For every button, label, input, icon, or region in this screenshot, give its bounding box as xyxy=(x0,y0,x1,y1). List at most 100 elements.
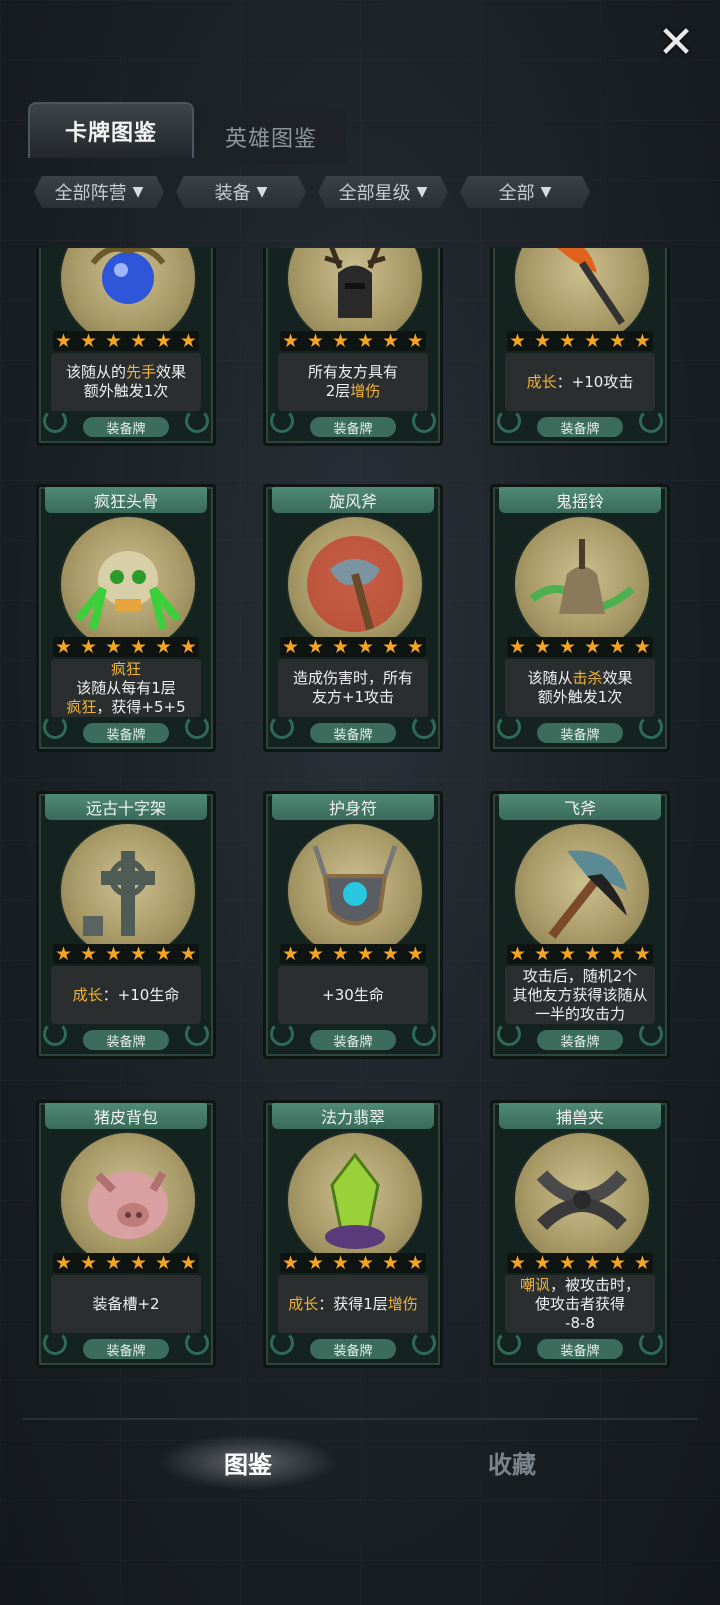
star-icon: ★ xyxy=(509,943,527,965)
description-text: 效果 xyxy=(602,669,633,687)
card-description: 装备槽+2 xyxy=(51,1275,201,1333)
star-icon: ★ xyxy=(633,943,651,965)
swirl-ornament-icon xyxy=(43,1022,67,1046)
description-line: 使攻击者获得 xyxy=(535,1295,625,1314)
keyword-highlight: 疯狂 xyxy=(110,659,141,678)
card-title: 旋风斧 xyxy=(272,487,434,513)
flame-axe-icon xyxy=(557,248,625,325)
equipment-card[interactable]: ★ ★ ★ ★ ★ ★ 成长：+10攻击 装备牌 xyxy=(490,248,670,446)
equipment-card[interactable]: ★ ★ ★ ★ ★ ★ 所有友方具有 2层增伤 装备牌 xyxy=(263,248,443,446)
filter-star[interactable]: 全部星级 ▼ xyxy=(318,176,448,208)
keyword-highlight: 疯狂 xyxy=(66,697,97,716)
star-rating: ★ ★ ★ ★ ★ ★ xyxy=(280,637,426,657)
keyword-highlight: 增伤 xyxy=(350,382,381,400)
description-line: 成长：获得1层增伤 xyxy=(288,1295,418,1314)
description-text: ，获得+5+5 xyxy=(96,697,186,716)
equipment-card[interactable]: 护身符 ★ ★ ★ ★ ★ ★ +30生命 装备牌 xyxy=(263,791,443,1059)
card-art xyxy=(513,1131,651,1269)
star-icon: ★ xyxy=(583,330,601,352)
star-rating: ★ ★ ★ ★ ★ ★ xyxy=(53,637,199,657)
card-description: 成长：获得1层增伤 xyxy=(278,1275,428,1333)
description-line: 该随从的先手效果 xyxy=(66,363,186,382)
star-rating: ★ ★ ★ ★ ★ ★ xyxy=(280,331,426,351)
nav-codex[interactable]: 图鉴 xyxy=(158,1434,338,1490)
filter-type[interactable]: 装备 ▼ xyxy=(176,176,306,208)
star-icon: ★ xyxy=(558,943,577,965)
star-icon: ★ xyxy=(381,1252,399,1274)
star-icon: ★ xyxy=(154,330,172,352)
tab-card-codex[interactable]: 卡牌图鉴 xyxy=(28,102,194,158)
card-title: 远古十字架 xyxy=(45,794,207,820)
swirl-ornament-icon xyxy=(185,1331,209,1355)
star-icon: ★ xyxy=(282,1252,300,1274)
card-description: 攻击后，随机2个 其他友方获得该随从 一半的攻击力 xyxy=(505,966,655,1024)
star-icon: ★ xyxy=(381,943,399,965)
filter-label: 全部 xyxy=(498,183,535,204)
swirl-ornament-icon xyxy=(639,715,663,739)
description-line: 额外触发1次 xyxy=(538,688,623,707)
card-type-label: 装备牌 xyxy=(83,1030,169,1050)
card-description: 成长：+10生命 xyxy=(51,966,201,1024)
star-icon: ★ xyxy=(306,636,325,658)
equipment-card[interactable]: 法力翡翠 ★ ★ ★ ★ ★ ★ 成长：获得1层增伤 装备牌 xyxy=(263,1100,443,1368)
description-text: 该随从 xyxy=(527,669,573,687)
bear-trap-icon xyxy=(536,1170,628,1231)
equipment-card[interactable]: 疯狂头骨 ★ ★ ★ ★ ★ ★ 疯狂 该随从每有1层 疯狂，获得+5+5 装备牌 xyxy=(36,484,216,752)
card-type-label: 装备牌 xyxy=(310,417,396,437)
swirl-ornament-icon xyxy=(412,1331,436,1355)
filter-all[interactable]: 全部 ▼ xyxy=(460,176,590,208)
swirl-ornament-icon xyxy=(639,1022,663,1046)
equipment-card[interactable]: 捕兽夹 ★ ★ ★ ★ ★ ★ 嘲讽，被攻击时， 使攻击者获得 -8-8 装备牌 xyxy=(490,1100,670,1368)
filter-bar: 全部阵营 ▼ 装备 ▼ 全部星级 ▼ 全部 ▼ xyxy=(34,176,594,210)
card-title: 捕兽夹 xyxy=(499,1103,661,1129)
keyword-highlight: 先手 xyxy=(125,363,156,381)
equipment-card[interactable]: 旋风斧 ★ ★ ★ ★ ★ ★ 造成伤害时，所有 友方+1攻击 装备牌 xyxy=(263,484,443,752)
equipment-card[interactable]: 远古十字架 ★ ★ ★ ★ ★ ★ 成长：+10生命 装备牌 xyxy=(36,791,216,1059)
star-rating: ★ ★ ★ ★ ★ ★ xyxy=(53,331,199,351)
description-text: 效果 xyxy=(156,363,187,381)
filter-faction[interactable]: 全部阵营 ▼ xyxy=(34,176,164,208)
description-line: 额外触发1次 xyxy=(84,382,169,401)
star-icon: ★ xyxy=(406,636,424,658)
description-line: 疯狂，获得+5+5 xyxy=(66,698,185,717)
equipment-card[interactable]: 猪皮背包 ★ ★ ★ ★ ★ ★ 装备槽+2 装备牌 xyxy=(36,1100,216,1368)
star-icon: ★ xyxy=(533,636,552,658)
star-icon: ★ xyxy=(509,636,527,658)
star-icon: ★ xyxy=(282,943,300,965)
equipment-card[interactable]: 飞斧 ★ ★ ★ ★ ★ ★ 攻击后，随机2个 其他友方获得该随从 一半的攻击力 装备牌 xyxy=(490,791,670,1059)
star-icon: ★ xyxy=(306,330,325,352)
star-icon: ★ xyxy=(79,636,98,658)
star-icon: ★ xyxy=(79,330,98,352)
star-icon: ★ xyxy=(356,330,374,352)
description-line: 攻击后，随机2个 xyxy=(523,967,638,986)
star-icon: ★ xyxy=(55,943,73,965)
star-icon: ★ xyxy=(129,1252,147,1274)
star-rating: ★ ★ ★ ★ ★ ★ xyxy=(507,331,653,351)
card-description: 嘲讽，被攻击时， 使攻击者获得 -8-8 xyxy=(505,1275,655,1333)
close-x-icon: ✕ xyxy=(657,16,695,68)
equipment-card[interactable]: 鬼摇铃 ★ ★ ★ ★ ★ ★ 该随从击杀效果 额外触发1次 装备牌 xyxy=(490,484,670,752)
filter-label: 全部星级 xyxy=(338,183,411,204)
description-line: 装备槽+2 xyxy=(92,1295,159,1314)
swirl-ornament-icon xyxy=(43,715,67,739)
nav-collection[interactable]: 收藏 xyxy=(422,1434,602,1490)
description-text: ：+10攻击 xyxy=(556,372,634,391)
card-art xyxy=(59,1131,197,1269)
card-type-label: 装备牌 xyxy=(537,417,623,437)
description-line: 造成伤害时，所有 xyxy=(293,669,413,688)
description-text: 一半的攻击力 xyxy=(534,1004,625,1023)
swirl-ornament-icon xyxy=(412,409,436,433)
star-icon: ★ xyxy=(608,943,626,965)
funnel-icon: ▼ xyxy=(416,184,428,200)
description-line: 友方+1攻击 xyxy=(312,688,394,707)
star-icon: ★ xyxy=(558,330,577,352)
card-description: +30生命 xyxy=(278,966,428,1024)
card-type-label: 装备牌 xyxy=(310,1339,396,1359)
star-icon: ★ xyxy=(55,330,73,352)
description-line: 疯狂 xyxy=(111,660,141,679)
tab-hero-codex[interactable]: 英雄图鉴 xyxy=(196,110,346,164)
equipment-card[interactable]: ★ ★ ★ ★ ★ ★ 该随从的先手效果 额外触发1次 装备牌 xyxy=(36,248,216,446)
card-description: 疯狂 该随从每有1层 疯狂，获得+5+5 xyxy=(51,659,201,717)
close-button[interactable]: ✕ xyxy=(654,17,698,68)
star-icon: ★ xyxy=(356,636,374,658)
